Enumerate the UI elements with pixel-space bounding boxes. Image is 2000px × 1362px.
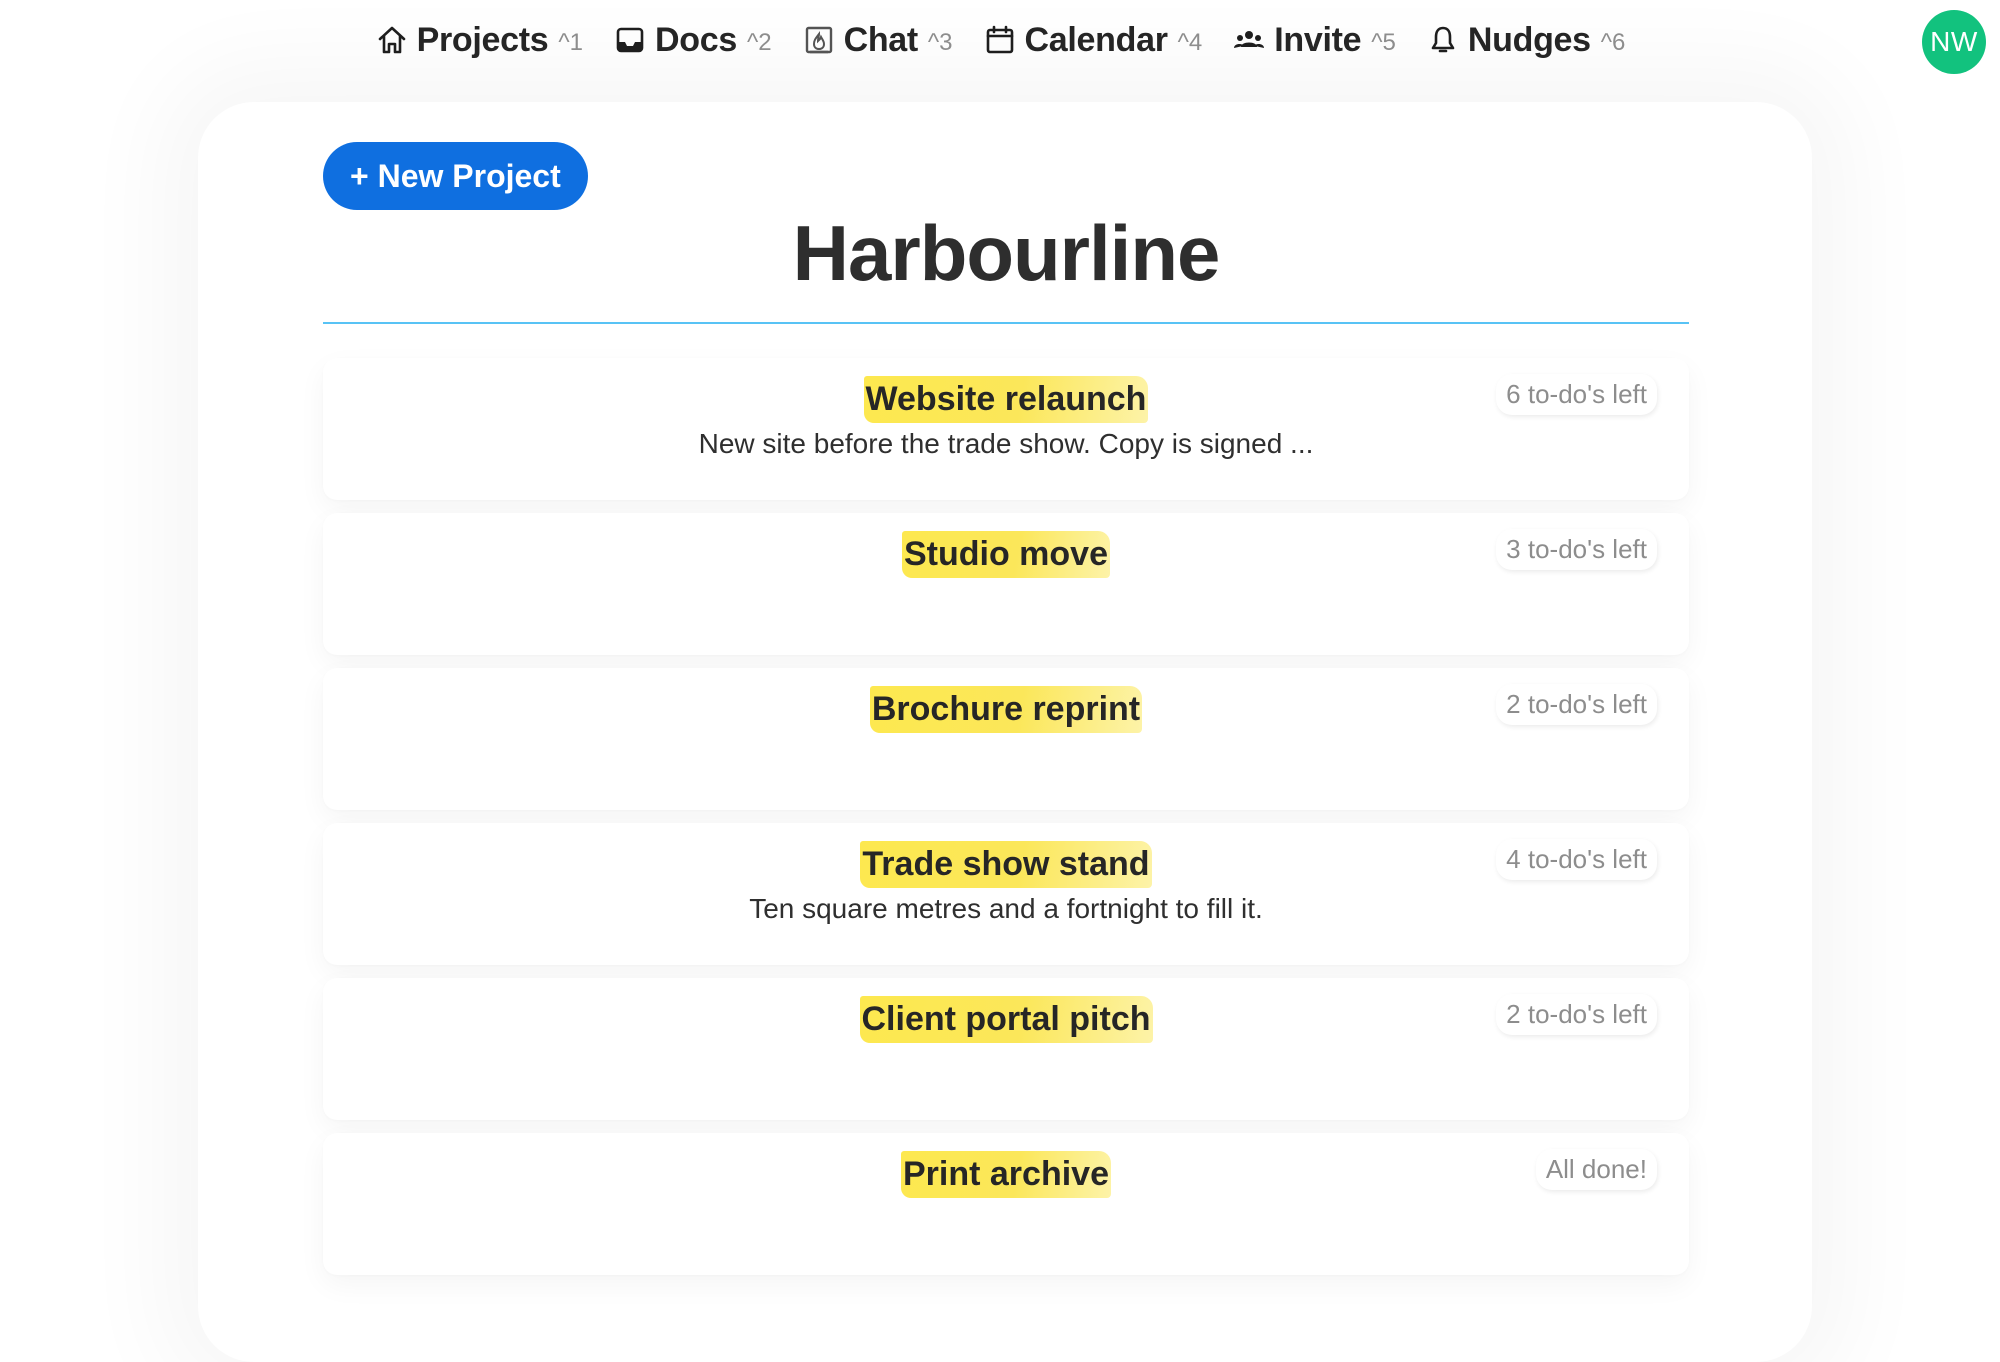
home-icon [375,23,409,57]
project-card[interactable]: Print archive All done! [323,1133,1689,1275]
project-card[interactable]: Studio move 3 to-do's left [323,513,1689,655]
project-name-text: Print archive [901,1151,1111,1198]
project-description: Ten square metres and a fortnight to fil… [749,893,1263,924]
project-name: Brochure reprint [323,686,1689,733]
nav-item-chat[interactable]: Chat ^3 [802,10,953,70]
todo-count-badge: 4 to-do's left [1496,839,1657,880]
project-card[interactable]: Trade show stand Ten square metres and a… [323,823,1689,965]
top-nav: Projects ^1 Docs ^2 Chat ^3 Calendar ^4 … [0,0,2000,80]
project-list: Website relaunch New site before the tra… [323,358,1689,1288]
todo-count-badge: 3 to-do's left [1496,529,1657,570]
project-name: Website relaunch [323,376,1689,423]
project-name-text: Trade show stand [860,841,1152,888]
project-name: Client portal pitch [323,996,1689,1043]
project-description: New site before the trade show. Copy is … [698,428,1314,459]
user-avatar[interactable]: NW [1922,10,1986,74]
project-name-text: Studio move [901,531,1111,578]
inbox-icon [613,23,647,57]
nav-label: Nudges [1467,20,1591,59]
nav-shortcut: ^5 [1371,29,1396,56]
project-card[interactable]: Brochure reprint 2 to-do's left [323,668,1689,810]
nav-item-projects[interactable]: Projects ^1 [375,10,583,70]
nav-shortcut: ^6 [1600,29,1626,56]
nav-item-docs[interactable]: Docs ^2 [613,10,772,70]
nav-label: Docs [655,20,737,59]
nav-shortcut: ^4 [1177,29,1203,56]
title-divider [323,322,1689,324]
project-card[interactable]: Website relaunch New site before the tra… [323,358,1689,500]
campfire-icon [802,23,836,57]
project-card[interactable]: Client portal pitch 2 to-do's left [323,978,1689,1120]
bell-icon [1426,23,1460,57]
nav-label: Chat [843,20,919,59]
project-name: Studio move [323,531,1689,578]
project-name-text: Website relaunch [863,376,1149,423]
project-name-text: Brochure reprint [869,686,1143,733]
new-project-button[interactable]: + New Project [323,142,588,210]
page-title: Harbourline [792,209,1221,297]
todo-count-badge: 2 to-do's left [1496,994,1657,1035]
nav-label: Calendar [1024,20,1168,59]
calendar-icon [983,23,1017,57]
nav-item-nudges[interactable]: Nudges ^6 [1426,10,1626,70]
nav-label: Projects [416,20,549,59]
todo-count-badge: All done! [1535,1149,1657,1190]
todo-count-badge: 6 to-do's left [1496,374,1657,415]
nav-shortcut: ^1 [558,29,583,56]
project-name: Trade show stand [323,841,1689,888]
project-name-text: Client portal pitch [859,996,1153,1043]
nav-label: Invite [1274,20,1362,59]
nav-item-calendar[interactable]: Calendar ^4 [983,10,1203,70]
todo-count-badge: 2 to-do's left [1496,684,1657,725]
project-name: Print archive [323,1151,1689,1198]
people-icon [1232,23,1266,57]
nav-shortcut: ^3 [927,29,953,56]
nav-item-invite[interactable]: Invite ^5 [1232,10,1396,70]
nav-shortcut: ^2 [746,29,772,56]
